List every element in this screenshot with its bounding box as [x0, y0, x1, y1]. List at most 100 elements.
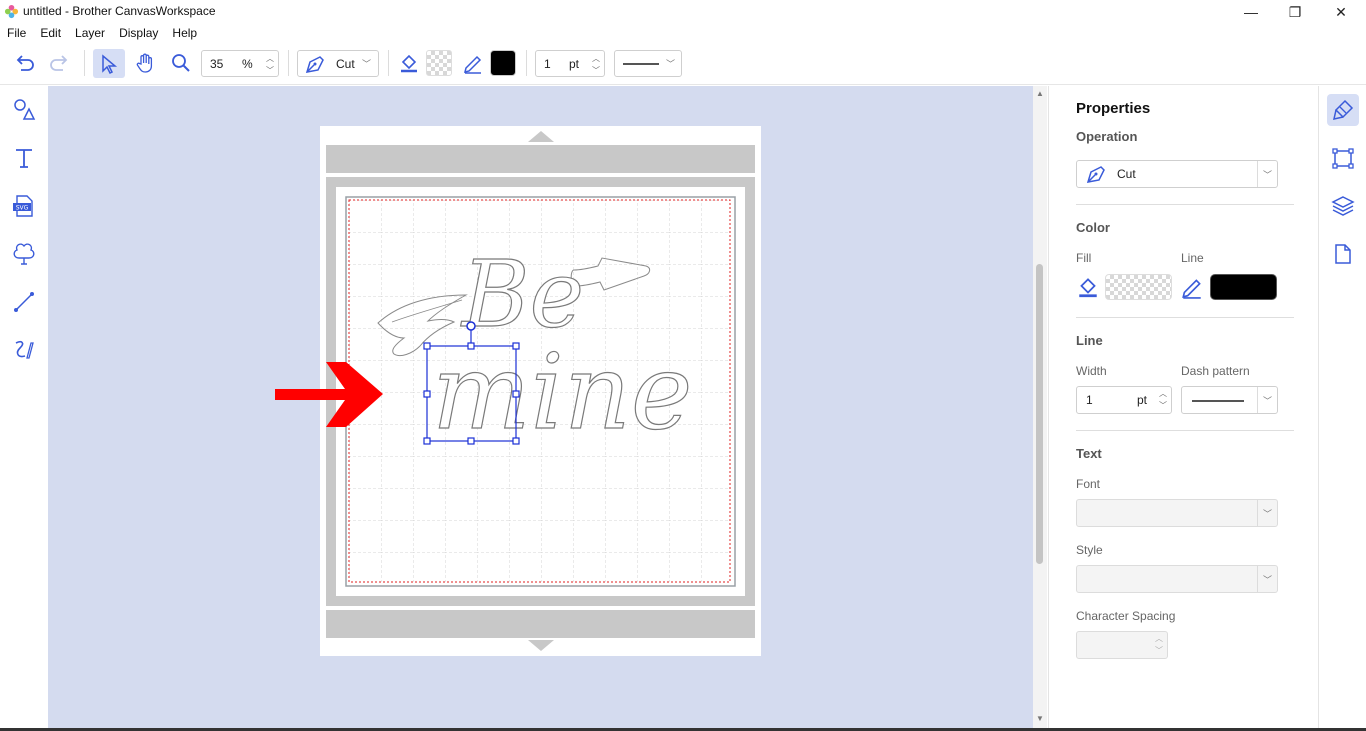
cut-pen-icon	[1086, 166, 1105, 183]
solid-line-preview	[1192, 400, 1244, 402]
left-toolbar: SVG	[0, 86, 48, 731]
app-logo-icon	[4, 4, 19, 19]
zoom-value: 35	[210, 57, 224, 71]
dash-pattern-label: Dash pattern	[1181, 364, 1250, 378]
freehand-tool-icon	[15, 341, 34, 359]
menu-display[interactable]: Display	[112, 24, 165, 42]
zoom-input[interactable]: 35 % ︿ ﹀	[201, 50, 279, 77]
line-width-input[interactable]: 1 pt ︿ ﹀	[535, 50, 605, 77]
transform-icon	[1332, 148, 1354, 169]
select-tool-button[interactable]	[93, 49, 125, 78]
toolbar: 35 % ︿ ﹀ Cut ﹀ 1 pt ︿ ﹀ ﹀	[0, 42, 1366, 85]
width-unit: pt	[1137, 393, 1148, 407]
restore-button[interactable]: ❐	[1272, 0, 1318, 24]
right-icon-strip	[1318, 86, 1366, 731]
pointer-icon	[102, 53, 118, 74]
line-width-value: 1	[544, 57, 551, 71]
fill-button[interactable]	[1076, 275, 1100, 299]
scrollbar-thumb[interactable]	[1036, 264, 1043, 564]
page-icon	[1335, 244, 1351, 264]
operation-dropdown[interactable]: Cut ﹀	[297, 50, 379, 77]
line-tool-icon	[14, 292, 34, 312]
line-width-stepper[interactable]: ︿ ﹀	[590, 53, 602, 77]
menu-layer[interactable]: Layer	[68, 24, 112, 42]
dash-pattern-select[interactable]: ﹀	[1181, 386, 1278, 414]
undo-button[interactable]	[10, 48, 40, 78]
fill-swatch[interactable]	[426, 50, 452, 76]
pen-icon	[463, 55, 482, 74]
line-color-swatch-panel[interactable]	[1210, 274, 1277, 300]
character-spacing-label: Character Spacing	[1076, 609, 1176, 623]
chevron-down-icon: ﹀	[1257, 500, 1277, 526]
zoom-stepper[interactable]: ︿ ﹀	[264, 53, 276, 77]
text-tool[interactable]	[8, 142, 40, 174]
freehand-tool[interactable]	[8, 334, 40, 366]
text-icon	[16, 149, 32, 168]
scroll-up-icon[interactable]: ▲	[1036, 89, 1044, 98]
shape-library-tool[interactable]	[8, 238, 40, 270]
close-button[interactable]: ✕	[1318, 0, 1364, 24]
chevron-down-icon: ﹀	[362, 59, 372, 69]
line-width-field[interactable]: 1 pt ︿ ﹀	[1076, 386, 1172, 414]
shape-library-icon	[13, 243, 35, 265]
hand-icon	[136, 53, 153, 73]
style-select[interactable]: ﹀	[1076, 565, 1278, 593]
operation-label: Cut	[336, 57, 355, 71]
pen-icon	[1182, 279, 1201, 299]
vertical-scrollbar[interactable]: ▲ ▼	[1033, 86, 1047, 728]
paint-bucket-icon	[401, 54, 417, 73]
chevron-down-icon: ﹀	[1257, 161, 1277, 187]
undo-icon	[16, 55, 34, 71]
operation-select[interactable]: Cut ﹀	[1076, 160, 1278, 188]
svg-import-tool[interactable]: SVG	[8, 190, 40, 222]
width-stepper[interactable]: ︿ ﹀	[1157, 388, 1169, 412]
character-spacing-field[interactable]: ︿ ﹀	[1076, 631, 1168, 659]
fill-label: Fill	[1076, 251, 1092, 265]
width-label: Width	[1076, 364, 1107, 378]
minimize-button[interactable]: —	[1228, 0, 1274, 24]
paintbrush-icon	[1333, 99, 1354, 120]
chevron-down-icon: ﹀	[666, 59, 676, 69]
window-title: untitled - Brother CanvasWorkspace	[23, 4, 216, 18]
font-select[interactable]: ﹀	[1076, 499, 1278, 527]
line-heading: Line	[1076, 333, 1103, 348]
canvas-area[interactable]: Be mine	[48, 86, 1033, 728]
width-value: 1	[1086, 393, 1093, 407]
transform-tab[interactable]	[1327, 142, 1359, 174]
redo-button[interactable]	[44, 48, 74, 78]
font-label: Font	[1076, 477, 1101, 491]
scroll-down-icon[interactable]: ▼	[1036, 714, 1044, 723]
layers-tab[interactable]	[1327, 190, 1359, 222]
pan-tool-button[interactable]	[130, 48, 160, 78]
svg-import-icon: SVG	[13, 195, 33, 217]
properties-panel: Properties Operation Cut ﹀ Color Fill Li…	[1048, 86, 1318, 731]
chevron-down-icon: ﹀	[1257, 387, 1277, 413]
line-width-unit: pt	[569, 57, 580, 71]
svg-text:SVG: SVG	[16, 205, 29, 212]
menu-help[interactable]: Help	[165, 24, 204, 42]
zoom-tool-button[interactable]	[166, 48, 196, 78]
dash-pattern-dropdown[interactable]: ﹀	[614, 50, 682, 77]
line-tool[interactable]	[8, 286, 40, 318]
properties-title: Properties	[1076, 100, 1151, 117]
line-color-swatch[interactable]	[490, 50, 516, 76]
magnifier-icon	[172, 54, 190, 72]
menu-file[interactable]: File	[0, 24, 33, 42]
page-tab[interactable]	[1327, 238, 1359, 270]
fill-color-swatch[interactable]	[1105, 274, 1172, 300]
menu-edit[interactable]: Edit	[33, 24, 68, 42]
line-color-button[interactable]	[460, 48, 486, 78]
zoom-unit: %	[242, 57, 253, 71]
fill-color-button[interactable]	[396, 48, 422, 78]
operation-heading: Operation	[1076, 129, 1138, 144]
title-bar: untitled - Brother CanvasWorkspace — ❐ ✕	[0, 0, 1366, 24]
line-color-edit-button[interactable]	[1180, 275, 1204, 299]
redo-icon	[50, 55, 68, 71]
work-mat[interactable]: Be mine	[48, 86, 1033, 728]
layers-icon	[1331, 196, 1355, 216]
shapes-tool[interactable]	[8, 94, 40, 126]
paint-bucket-icon	[1079, 278, 1097, 298]
spacing-stepper[interactable]: ︿ ﹀	[1153, 633, 1165, 657]
chevron-down-icon: ﹀	[1257, 566, 1277, 592]
properties-tab[interactable]	[1327, 94, 1359, 126]
